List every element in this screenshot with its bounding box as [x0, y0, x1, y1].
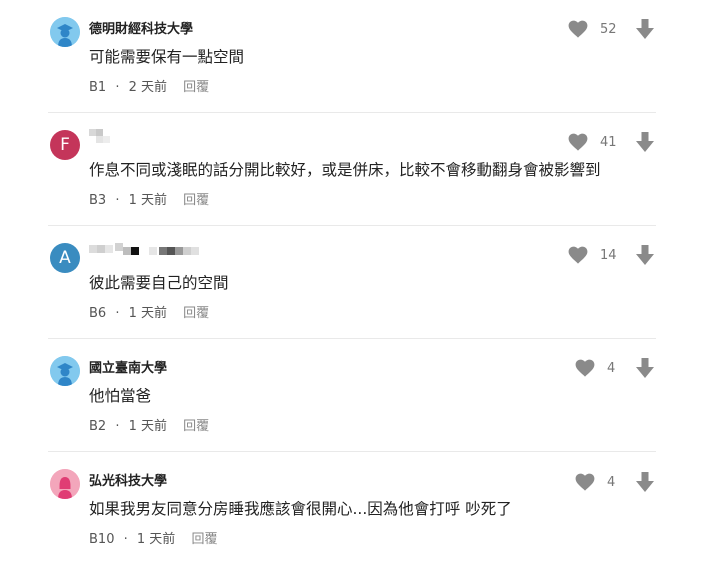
comment-text: 可能需要保有一點空間 — [89, 48, 245, 66]
avatar[interactable]: A — [50, 243, 80, 273]
avatar-letter: A — [59, 248, 71, 268]
thumbs-down-arrow-icon — [636, 132, 654, 152]
thumbs-down-arrow-icon — [636, 472, 654, 492]
comment-item: 國立臺南大學 他怕當爸 B2 · 1 天前 回覆 4 — [48, 339, 656, 452]
meta-separator: · — [115, 80, 120, 95]
thumbs-down-arrow-icon — [636, 245, 654, 265]
like-count: 52 — [600, 21, 617, 37]
author-name-blurred[interactable] — [89, 243, 201, 257]
comment-item: A 彼此需要自己的空間 B6 · 1 天前 回覆 14 — [48, 226, 656, 339]
like-button[interactable]: 4 — [575, 473, 615, 491]
reply-button[interactable]: 回覆 — [191, 532, 217, 547]
like-count: 4 — [607, 474, 616, 490]
comment-list: 德明財經科技大學 可能需要保有一點空間 B1 · 2 天前 回覆 52 F 作息… — [0, 0, 705, 563]
comment-time: 1 天前 — [136, 532, 176, 547]
avatar[interactable]: F — [50, 130, 80, 160]
reply-button[interactable]: 回覆 — [183, 419, 209, 434]
downvote-button[interactable] — [636, 472, 654, 496]
comment-text: 彼此需要自己的空間 — [89, 274, 229, 292]
comment-text: 作息不同或淺眠的話分開比較好，或是併床，比較不會移動翻身會被影響到 — [89, 161, 601, 179]
student-avatar-icon — [50, 469, 80, 499]
heart-icon — [568, 246, 588, 264]
avatar-letter: F — [60, 135, 70, 155]
author-name[interactable]: 德明財經科技大學 — [89, 18, 193, 37]
comment-meta: B10 · 1 天前 回覆 — [89, 528, 217, 547]
like-button[interactable]: 41 — [568, 133, 617, 151]
floor-number: B6 — [89, 306, 107, 321]
meta-separator: · — [115, 193, 120, 208]
author-name[interactable]: 國立臺南大學 — [89, 357, 167, 376]
like-button[interactable]: 14 — [568, 246, 617, 264]
meta-separator: · — [115, 306, 120, 321]
thumbs-down-arrow-icon — [636, 358, 654, 378]
comment-meta: B3 · 1 天前 回覆 — [89, 189, 209, 208]
floor-number: B10 — [89, 532, 115, 547]
floor-number: B3 — [89, 193, 107, 208]
comment-text: 如果我男友同意分房睡我應該會很開心...因為他會打呼 吵死了 — [89, 500, 512, 518]
author-name[interactable]: 弘光科技大學 — [89, 470, 167, 489]
comment-meta: B1 · 2 天前 回覆 — [89, 76, 209, 95]
avatar[interactable] — [50, 17, 80, 47]
heart-icon — [568, 133, 588, 151]
reply-button[interactable]: 回覆 — [183, 306, 209, 321]
comment-time: 2 天前 — [128, 80, 168, 95]
floor-number: B2 — [89, 419, 107, 434]
comment-text: 他怕當爸 — [89, 387, 152, 405]
comment-meta: B6 · 1 天前 回覆 — [89, 302, 209, 321]
downvote-button[interactable] — [636, 245, 654, 269]
thumbs-down-arrow-icon — [636, 19, 654, 39]
like-button[interactable]: 52 — [568, 20, 617, 38]
like-button[interactable]: 4 — [575, 359, 615, 377]
reply-button[interactable]: 回覆 — [183, 80, 209, 95]
like-count: 41 — [600, 134, 617, 150]
author-name-blurred[interactable] — [89, 129, 119, 143]
downvote-button[interactable] — [636, 358, 654, 382]
comment-item: 弘光科技大學 如果我男友同意分房睡我應該會很開心...因為他會打呼 吵死了 B1… — [48, 452, 656, 563]
comment-item: F 作息不同或淺眠的話分開比較好，或是併床，比較不會移動翻身會被影響到 B3 ·… — [48, 113, 656, 226]
meta-separator: · — [123, 532, 128, 547]
comment-time: 1 天前 — [128, 193, 168, 208]
heart-icon — [575, 359, 595, 377]
meta-separator: · — [115, 419, 120, 434]
avatar[interactable] — [50, 469, 80, 499]
avatar[interactable] — [50, 356, 80, 386]
comment-time: 1 天前 — [128, 306, 168, 321]
reply-button[interactable]: 回覆 — [183, 193, 209, 208]
student-avatar-icon — [50, 356, 80, 386]
downvote-button[interactable] — [636, 132, 654, 156]
floor-number: B1 — [89, 80, 107, 95]
comment-item: 德明財經科技大學 可能需要保有一點空間 B1 · 2 天前 回覆 52 — [48, 0, 656, 113]
downvote-button[interactable] — [636, 19, 654, 43]
comment-time: 1 天前 — [128, 419, 168, 434]
heart-icon — [575, 473, 595, 491]
comment-meta: B2 · 1 天前 回覆 — [89, 415, 209, 434]
heart-icon — [568, 20, 588, 38]
like-count: 4 — [607, 360, 616, 376]
like-count: 14 — [600, 247, 617, 263]
student-avatar-icon — [50, 17, 80, 47]
